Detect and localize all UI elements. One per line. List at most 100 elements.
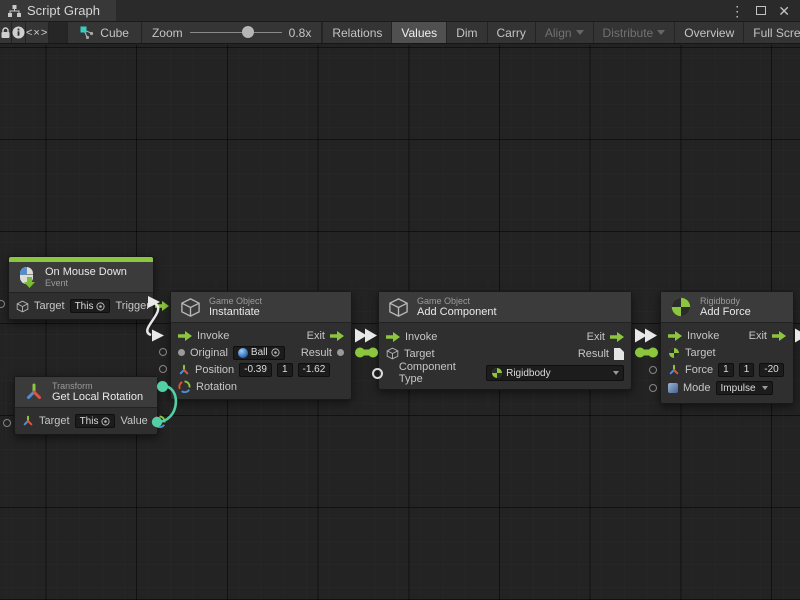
exit-label: Exit [307, 330, 325, 342]
align-button[interactable]: Align [535, 22, 593, 43]
object-picker-icon[interactable] [101, 417, 110, 426]
component-type-port[interactable] [372, 368, 383, 379]
node-title: Instantiate [209, 306, 262, 318]
target-field[interactable]: This [70, 299, 111, 313]
target-label: Target [34, 300, 65, 312]
zoom-slider[interactable] [190, 32, 282, 33]
code-view-button[interactable]: <×> [26, 22, 49, 43]
position-y-field[interactable]: 1 [277, 363, 293, 377]
rotation-port-connected[interactable] [157, 381, 168, 392]
game-object-icon [388, 297, 409, 318]
force-port[interactable] [649, 366, 657, 374]
position-axes-icon [178, 364, 190, 376]
component-type-dropdown[interactable]: Rigidbody [486, 365, 624, 381]
node-header[interactable]: On Mouse Down Event [9, 262, 153, 293]
force-axes-icon [668, 364, 680, 376]
flow-arrow-icon [610, 332, 624, 342]
component-type-label: Component Type [399, 361, 481, 385]
transform-icon [22, 415, 34, 427]
trigger-label: Trigger [115, 300, 149, 312]
target-port[interactable] [3, 419, 11, 427]
rigidbody-icon [670, 296, 692, 318]
position-label: Position [195, 364, 234, 376]
graph-hierarchy-icon [8, 5, 21, 17]
toolbar-toggles: Relations Values Dim Carry Align Distrib… [322, 22, 800, 43]
close-icon[interactable]: ✕ [778, 4, 790, 18]
code-icon: <×> [26, 27, 48, 39]
exit-label: Exit [587, 331, 605, 343]
force-mode-icon [668, 383, 678, 393]
chevron-down-icon [576, 30, 584, 35]
force-y-field[interactable]: 1 [739, 363, 755, 377]
node-header[interactable]: Game Object Add Component [379, 292, 631, 323]
force-x-field[interactable]: 1 [718, 363, 734, 377]
window-controls: ⋮ ✕ [730, 0, 800, 21]
zoom-value: 0.8x [289, 26, 312, 40]
target-label: Target [39, 415, 70, 427]
game-object-icon [16, 300, 29, 313]
node-header[interactable]: Transform Get Local Rotation [15, 377, 157, 408]
lock-button[interactable] [0, 22, 12, 43]
flow-arrow-icon [772, 331, 786, 341]
position-x-field[interactable]: -0.39 [239, 363, 272, 377]
mode-port[interactable] [649, 384, 657, 392]
object-picker-icon[interactable] [96, 302, 105, 311]
node-category: Rigidbody [700, 296, 751, 306]
info-button[interactable] [12, 22, 26, 43]
zoom-slider-handle[interactable] [242, 26, 254, 38]
values-button[interactable]: Values [391, 22, 446, 43]
node-header[interactable]: Game Object Instantiate [171, 292, 351, 323]
object-picker-icon[interactable] [271, 348, 280, 357]
force-label: Force [685, 364, 713, 376]
graph-target-button[interactable]: Cube [67, 22, 142, 43]
mode-dropdown[interactable]: Impulse [716, 381, 773, 395]
force-z-field[interactable]: -20 [759, 363, 783, 377]
zoom-control: Zoom 0.8x [142, 22, 322, 43]
ball-icon [238, 348, 248, 358]
value-port-icon [337, 349, 344, 356]
tab-script-graph[interactable]: Script Graph [0, 0, 116, 21]
menu-icon[interactable]: ⋮ [730, 4, 744, 18]
exit-label: Exit [749, 330, 767, 342]
carry-button[interactable]: Carry [487, 22, 535, 43]
position-z-field[interactable]: -1.62 [298, 363, 331, 377]
node-title: Add Force [700, 306, 751, 318]
rigidbody-icon [668, 347, 680, 359]
mode-label: Mode [683, 382, 711, 394]
node-category: Game Object [417, 296, 497, 306]
node-get-local-rotation[interactable]: Transform Get Local Rotation Target This… [14, 376, 158, 435]
title-bar: Script Graph ⋮ ✕ [0, 0, 800, 22]
invoke-label: Invoke [405, 331, 437, 343]
node-category: Transform [52, 381, 143, 391]
overview-button[interactable]: Overview [674, 22, 743, 43]
target-port[interactable] [0, 300, 5, 308]
target-field[interactable]: This [75, 414, 116, 428]
node-add-force[interactable]: Rigidbody Add Force Invoke Exit [660, 291, 794, 404]
node-add-component[interactable]: Game Object Add Component Invoke Exit [378, 291, 632, 390]
flow-arrow-icon [155, 301, 169, 311]
graph-toolbar: <×> Cube Zoom 0.8x Relations Values Dim … [0, 22, 800, 44]
distribute-button[interactable]: Distribute [593, 22, 675, 43]
target-label: Target [685, 347, 716, 359]
original-field[interactable]: Ball [233, 346, 285, 360]
node-instantiate[interactable]: Game Object Instantiate Invoke Exit O [170, 291, 352, 400]
target-label: Target [404, 348, 435, 360]
graph-canvas[interactable]: On Mouse Down Event Target This Trigger [0, 45, 800, 600]
info-icon [12, 26, 25, 39]
relations-button[interactable]: Relations [322, 22, 391, 43]
position-port[interactable] [159, 365, 167, 373]
maximize-icon[interactable] [756, 6, 766, 15]
node-type: Event [45, 278, 127, 288]
flow-arrow-icon [178, 331, 192, 341]
dim-button[interactable]: Dim [446, 22, 486, 43]
value-port-icon [178, 349, 185, 356]
node-header[interactable]: Rigidbody Add Force [661, 292, 793, 323]
node-title: On Mouse Down [45, 266, 127, 278]
node-on-mouse-down[interactable]: On Mouse Down Event Target This Trigger [8, 256, 154, 320]
chevron-down-icon [762, 386, 768, 390]
full-screen-button[interactable]: Full Screen [743, 22, 800, 43]
original-port[interactable] [159, 348, 167, 356]
node-title: Get Local Rotation [52, 391, 143, 403]
graph-node-icon [80, 26, 94, 39]
lock-icon [0, 27, 11, 39]
